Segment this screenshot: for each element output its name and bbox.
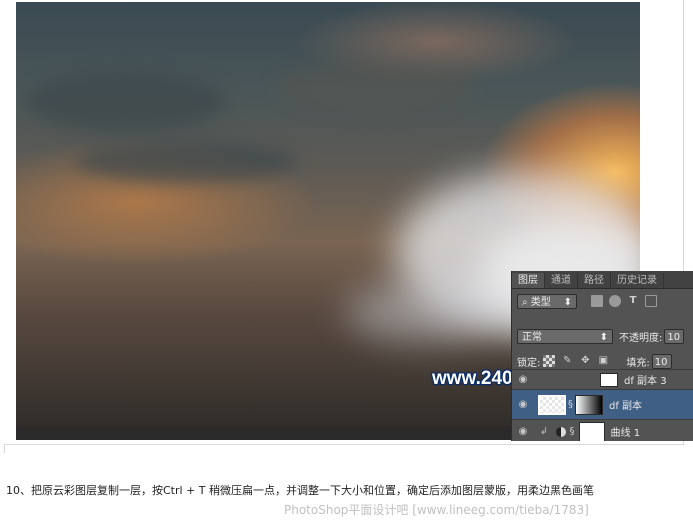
layer-name: df 副本 [609,401,643,412]
layer-mask-thumbnail[interactable] [578,421,605,441]
frame-divider [4,445,5,453]
filter-kind-select[interactable]: ⌕ 类型 ⬍ [517,293,577,309]
footer-credit: PhotoShop平面设计吧 [www.lineeg.com/tieba/178… [284,503,589,517]
lock-move-icon[interactable]: ✥ [579,355,591,367]
shape-filter-icon[interactable] [645,295,657,307]
tab-history[interactable]: 历史记录 [611,273,664,288]
blend-mode-value: 正常 [522,331,542,343]
filter-kind-value: 类型 [530,296,551,308]
chevron-updown-icon: ⬍ [563,296,572,308]
search-icon: ⌕ [522,296,531,308]
layer-name: df 副本 3 [624,376,667,387]
adjustment-layer-icon [555,426,566,437]
eye-icon[interactable]: ◉ [512,399,534,410]
dark-cloud [26,72,226,132]
layer-row[interactable]: ◉ df 副本 3 [512,369,693,389]
blend-mode-select[interactable]: 正常 ⬍ [517,328,613,344]
chevron-updown-icon: ⬍ [599,331,608,343]
pixel-filter-icon[interactable] [591,295,603,307]
fill-label: 填充: [626,357,650,369]
lock-label: 锁定: [517,357,541,369]
layer-row-selected[interactable]: ◉ § df 副本 [512,389,693,419]
filter-row: ⌕ 类型 ⬍ T [512,289,693,313]
instruction-caption: 10、把原云彩图层复制一层，按Ctrl + T 稍微压扁一点，并调整一下大小和位… [6,484,594,497]
adjustment-filter-icon[interactable] [609,295,621,307]
chain-link-icon[interactable]: § [570,426,575,437]
fill-input[interactable]: 10 [651,353,672,369]
dark-cloud [276,62,476,112]
lock-all-icon[interactable]: ▣ [597,355,609,367]
chain-link-icon[interactable]: § [568,399,573,410]
type-filter-icon[interactable]: T [627,295,639,307]
tab-channels[interactable]: 通道 [545,273,578,288]
tab-layers[interactable]: 图层 [512,273,545,288]
layer-thumbnail [600,372,618,387]
layers-panel: 图层 通道 路径 历史记录 ⌕ 类型 ⬍ T 正常 ⬍ 不透明度: 10 锁定: ✎… [511,271,693,441]
layer-mask-thumbnail[interactable] [575,394,603,415]
dark-cloud [76,142,296,182]
panel-tabs: 图层 通道 路径 历史记录 [512,271,693,289]
opacity-input[interactable]: 10 [664,328,685,344]
layer-thumbnail [538,394,566,415]
opacity-label: 不透明度: [619,332,663,344]
lock-transparency-icon[interactable] [543,355,556,367]
mist-cloud [346,282,506,342]
eye-icon[interactable]: ◉ [512,426,534,437]
layer-row[interactable]: ◉ ↲ § 曲线 1 [512,419,693,441]
tab-paths[interactable]: 路径 [578,273,611,288]
clip-arrow-icon: ↲ [540,426,548,437]
lock-brush-icon[interactable]: ✎ [561,355,573,367]
blend-row: 正常 ⬍ 不透明度: 10 [512,324,693,348]
eye-icon[interactable]: ◉ [512,374,534,385]
layer-name: 曲线 1 [610,428,641,439]
